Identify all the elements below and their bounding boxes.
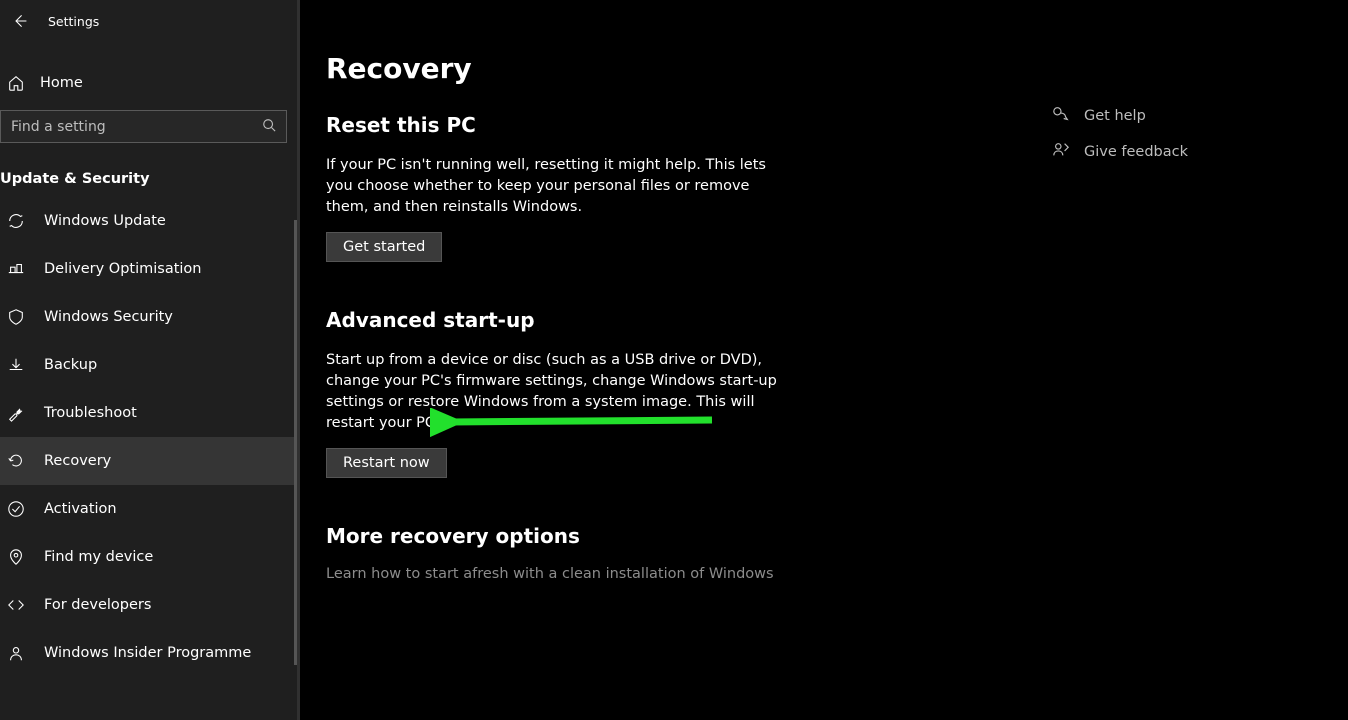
check-circle-icon (6, 500, 26, 518)
sidebar-item-troubleshoot[interactable]: Troubleshoot (0, 389, 297, 437)
section-more-recovery: More recovery options Learn how to start… (326, 524, 786, 582)
page-title: Recovery (326, 52, 1348, 85)
give-feedback-link[interactable]: Give feedback (1052, 134, 1188, 170)
sidebar-item-windows-security[interactable]: Windows Security (0, 293, 297, 341)
sidebar-item-activation[interactable]: Activation (0, 485, 297, 533)
sidebar-item-label: Recovery (44, 453, 111, 469)
recovery-icon (6, 452, 26, 470)
get-help-link[interactable]: Get help (1052, 98, 1188, 134)
get-help-label: Get help (1084, 108, 1146, 124)
sidebar-item-find-my-device[interactable]: Find my device (0, 533, 297, 581)
right-column: Get help Give feedback (1052, 98, 1188, 170)
sidebar-item-label: Backup (44, 357, 97, 373)
sidebar-item-label: Find my device (44, 549, 153, 565)
sidebar-item-windows-insider[interactable]: Windows Insider Programme (0, 629, 297, 677)
main-content: Recovery Reset this PC If your PC isn't … (326, 0, 1348, 720)
home-icon (6, 74, 26, 92)
section-reset-pc: Reset this PC If your PC isn't running w… (326, 113, 786, 262)
sidebar-item-backup[interactable]: Backup (0, 341, 297, 389)
location-icon (6, 548, 26, 566)
shield-icon (6, 308, 26, 326)
help-icon (1052, 105, 1070, 127)
sidebar: Settings Home Update & Security Windows … (0, 0, 300, 720)
more-recovery-link[interactable]: Learn how to start afresh with a clean i… (326, 566, 786, 582)
sidebar-nav: Windows Update Delivery Optimisation Win… (0, 197, 297, 677)
sidebar-item-label: Activation (44, 501, 117, 517)
search-input[interactable] (0, 110, 287, 143)
sidebar-home-label: Home (40, 75, 83, 91)
give-feedback-label: Give feedback (1084, 144, 1188, 160)
search-icon (262, 117, 276, 136)
section-heading: Reset this PC (326, 113, 786, 137)
search-field[interactable] (11, 119, 262, 135)
sidebar-item-for-developers[interactable]: For developers (0, 581, 297, 629)
insider-icon (6, 644, 26, 662)
sidebar-item-label: Delivery Optimisation (44, 261, 202, 277)
section-heading: Advanced start-up (326, 308, 786, 332)
sidebar-home[interactable]: Home (0, 60, 297, 106)
delivery-icon (6, 260, 26, 278)
sidebar-item-label: Troubleshoot (44, 405, 137, 421)
sidebar-item-label: Windows Update (44, 213, 166, 229)
get-started-button[interactable]: Get started (326, 232, 442, 262)
sidebar-item-delivery-optimisation[interactable]: Delivery Optimisation (0, 245, 297, 293)
section-body: If your PC isn't running well, resetting… (326, 155, 786, 218)
sidebar-item-label: For developers (44, 597, 151, 613)
sidebar-item-windows-update[interactable]: Windows Update (0, 197, 297, 245)
sidebar-item-label: Windows Security (44, 309, 173, 325)
code-icon (6, 596, 26, 614)
sidebar-group-title: Update & Security (0, 171, 297, 187)
section-advanced-startup: Advanced start-up Start up from a device… (326, 308, 786, 478)
backup-icon (6, 356, 26, 374)
sync-icon (6, 212, 26, 230)
sidebar-item-recovery[interactable]: Recovery (0, 437, 297, 485)
section-body: Start up from a device or disc (such as … (326, 350, 786, 434)
back-button[interactable] (6, 7, 34, 35)
sidebar-scrollbar[interactable] (294, 220, 297, 665)
section-heading: More recovery options (326, 524, 786, 548)
sidebar-item-label: Windows Insider Programme (44, 645, 251, 661)
restart-now-button[interactable]: Restart now (326, 448, 447, 478)
feedback-icon (1052, 141, 1070, 163)
wrench-icon (6, 404, 26, 422)
window-title: Settings (48, 14, 99, 29)
